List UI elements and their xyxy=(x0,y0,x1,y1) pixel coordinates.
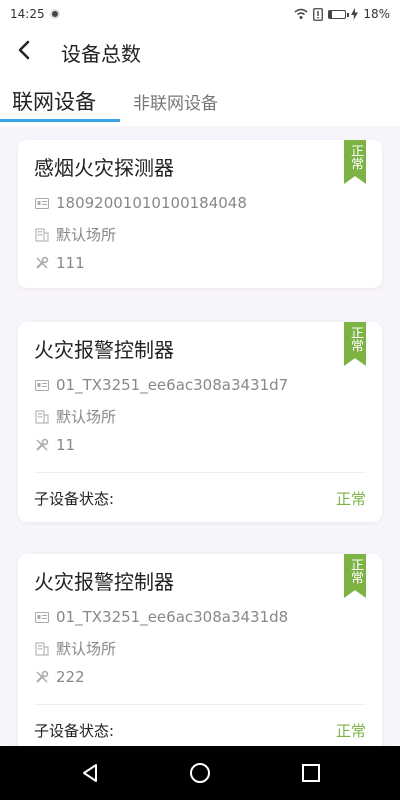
tab-offline-devices[interactable]: 非联网设备 xyxy=(133,82,218,120)
device-extra: 222 xyxy=(56,668,85,686)
id-card-icon xyxy=(34,609,50,625)
device-extra: 11 xyxy=(56,436,76,454)
device-location-row: 默认场所 xyxy=(34,638,116,659)
system-nav-bar xyxy=(0,746,400,800)
device-id: 18092001010100184048 xyxy=(56,194,247,212)
battery-icon xyxy=(328,9,350,19)
status-badge: 正常 xyxy=(344,140,366,184)
nav-recents-button[interactable] xyxy=(297,759,325,787)
device-extra-row: 11 xyxy=(34,436,75,454)
device-location: 默认场所 xyxy=(56,640,117,658)
nav-back-button[interactable] xyxy=(76,759,104,787)
wifi-icon xyxy=(294,8,308,19)
building-icon xyxy=(34,227,50,243)
triangle-back-icon xyxy=(83,764,97,782)
device-extra: 111 xyxy=(56,254,85,272)
circle-home-icon xyxy=(190,763,210,783)
device-location-row: 默认场所 xyxy=(34,406,116,427)
device-extra-row: 222 xyxy=(34,668,85,686)
charging-icon xyxy=(351,8,359,20)
device-id-row: 01_TX3251_ee6ac308a3431d8 xyxy=(34,608,288,626)
sub-device-status-label: 子设备状态: xyxy=(34,722,115,740)
battery-percent: 18% xyxy=(363,7,390,21)
status-right: 18% xyxy=(294,7,390,21)
id-card-icon xyxy=(34,195,50,211)
app-header: 设备总数 xyxy=(0,28,400,76)
nav-home-button[interactable] xyxy=(186,759,214,787)
square-recents-icon xyxy=(302,764,320,782)
card-divider xyxy=(34,472,366,473)
sim-alert-icon xyxy=(313,7,324,21)
device-name: 火灾报警控制器 xyxy=(34,570,174,594)
id-card-icon xyxy=(34,377,50,393)
device-card[interactable]: 火灾报警控制器 正常 01_TX3251_ee6ac308a3431d8 默认场… xyxy=(18,554,382,754)
device-name: 感烟火灾探测器 xyxy=(34,156,174,180)
notification-dot-icon xyxy=(49,9,60,19)
status-badge: 正常 xyxy=(344,554,366,598)
status-bar: 14:25 18% xyxy=(0,0,400,28)
device-list[interactable]: 感烟火灾探测器 正常 18092001010100184048 默认场所 111… xyxy=(0,126,400,754)
wrench-icon xyxy=(34,255,50,271)
device-location: 默认场所 xyxy=(56,226,117,244)
wrench-icon xyxy=(34,669,50,685)
chevron-left-icon xyxy=(18,40,30,60)
device-name: 火灾报警控制器 xyxy=(34,338,174,362)
device-id-row: 01_TX3251_ee6ac308a3431d7 xyxy=(34,376,288,394)
page-title: 设备总数 xyxy=(61,42,141,66)
status-badge-text: 正常 xyxy=(348,144,363,170)
card-divider xyxy=(34,704,366,705)
sub-device-status-label: 子设备状态: xyxy=(34,490,115,508)
device-location: 默认场所 xyxy=(56,408,117,426)
building-icon xyxy=(34,641,50,657)
sub-device-status-value: 正常 xyxy=(335,490,366,508)
status-time: 14:25 xyxy=(10,7,45,21)
back-button[interactable] xyxy=(10,36,38,64)
status-left: 14:25 xyxy=(10,7,60,21)
status-badge: 正常 xyxy=(344,322,366,366)
tab-bar: 联网设备 非联网设备 xyxy=(0,82,400,122)
tab-active-indicator xyxy=(0,119,120,122)
device-id-row: 18092001010100184048 xyxy=(34,194,247,212)
sub-device-status-value: 正常 xyxy=(335,722,366,740)
device-card[interactable]: 感烟火灾探测器 正常 18092001010100184048 默认场所 111 xyxy=(18,140,382,288)
wrench-icon xyxy=(34,437,50,453)
device-id: 01_TX3251_ee6ac308a3431d7 xyxy=(56,376,289,394)
building-icon xyxy=(34,409,50,425)
status-badge-text: 正常 xyxy=(348,326,363,352)
device-card[interactable]: 火灾报警控制器 正常 01_TX3251_ee6ac308a3431d7 默认场… xyxy=(18,322,382,522)
status-badge-text: 正常 xyxy=(348,558,363,584)
device-location-row: 默认场所 xyxy=(34,224,116,245)
tab-online-devices[interactable]: 联网设备 xyxy=(12,82,96,120)
device-extra-row: 111 xyxy=(34,254,85,272)
device-id: 01_TX3251_ee6ac308a3431d8 xyxy=(56,608,289,626)
